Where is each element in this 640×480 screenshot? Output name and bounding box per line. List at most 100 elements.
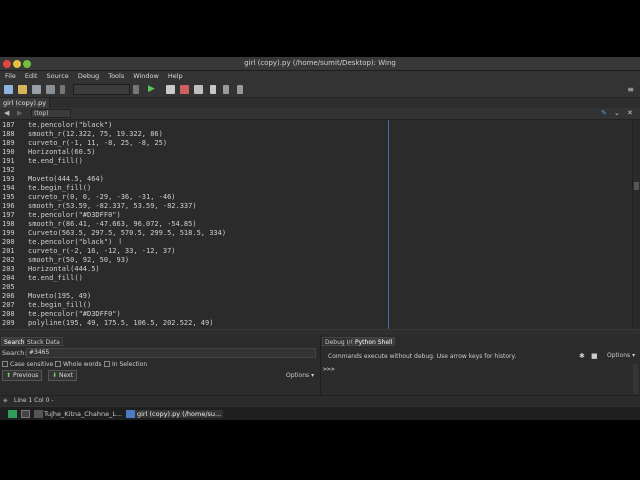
code-line[interactable]: 190 Horizontal(60.5) (0, 148, 632, 157)
code-text[interactable]: Moveto(195, 49) (28, 292, 91, 301)
code-text[interactable]: smooth_r(53.59, -82.337, 53.59, -82.337) (28, 202, 197, 211)
code-text[interactable]: smooth_r(50, 92, 50, 93) (28, 256, 129, 265)
menu-app-icon[interactable] (8, 410, 17, 418)
open-file-icon[interactable] (18, 85, 27, 94)
previous-button[interactable]: ⬆ Previous (2, 370, 43, 381)
shell-input-area[interactable]: >>> (321, 364, 640, 395)
whole-words-checkbox[interactable]: Whole words (55, 361, 102, 368)
code-line[interactable]: 195 curveto_r(0, 0, -29, -36, -31, -46) (0, 193, 632, 202)
code-line[interactable]: 199 Curveto(563.5, 297.5, 570.5, 299.5, 5… (0, 229, 632, 238)
code-text[interactable]: Moveto(444.5, 464) (28, 175, 104, 184)
back-arrow-icon[interactable]: ◀ (4, 109, 9, 117)
stop-icon[interactable] (180, 85, 189, 94)
line-number: 191 (2, 157, 15, 165)
pause-icon[interactable] (194, 85, 203, 94)
code-line[interactable]: 208 te.pencolor("#D3DFF0") (0, 310, 632, 319)
file-tab[interactable]: girl (copy).py (0, 98, 51, 108)
code-line[interactable]: 188 smooth_r(12.322, 75, 19.322, 86) (0, 130, 632, 139)
code-text[interactable]: curveto_r(-1, 11, -8, 25, -8, 25) (28, 139, 167, 148)
step-over-icon[interactable] (223, 85, 229, 94)
menu-tools[interactable]: Tools (103, 71, 128, 80)
terminal-app-icon[interactable] (21, 410, 30, 418)
code-text[interactable]: Curveto(563.5, 297.5, 570.5, 299.5, 518.… (28, 229, 226, 238)
toolbar: ▶ ≡ (0, 81, 640, 98)
line-number: 188 (2, 130, 15, 138)
tab-python-shell[interactable]: Python Shell (352, 337, 396, 346)
editor-scroll-thumb[interactable] (634, 182, 639, 190)
editor-scrollbar[interactable] (632, 120, 640, 329)
stop-shell-icon[interactable]: ■ (591, 352, 598, 360)
code-text[interactable]: smooth_r(86.41, -47.663, 96.072, -54.85) (28, 220, 197, 229)
shell-options-button[interactable]: Options ▾ (607, 352, 635, 359)
new-file-icon[interactable] (4, 85, 13, 94)
search-input[interactable]: #3465 (26, 348, 316, 358)
shell-scrollbar[interactable] (633, 364, 638, 394)
code-text[interactable]: te.pencolor("black") (28, 121, 112, 130)
code-line[interactable]: 202 smooth_r(50, 92, 50, 93) (0, 256, 632, 265)
code-line[interactable]: 205 (0, 283, 632, 292)
hamburger-menu-icon[interactable]: ≡ (627, 85, 634, 94)
line-number: 190 (2, 148, 15, 156)
gear-icon[interactable]: ✱ (579, 352, 585, 360)
code-text[interactable]: te.pencolor("#D3DFF0") (28, 211, 121, 220)
code-line[interactable]: 204 te.end_fill() (0, 274, 632, 283)
code-text[interactable]: polyline(195, 49, 175.5, 106.5, 202.522,… (28, 319, 213, 328)
forward-arrow-icon[interactable]: ▶ (17, 109, 22, 117)
code-line[interactable]: 201 curveto_r(-2, 16, -12, 33, -12, 37) (0, 247, 632, 256)
close-icon[interactable]: ✕ (627, 109, 633, 117)
task-wing-ide[interactable]: girl (copy).py (/home/su... (135, 410, 224, 418)
code-text[interactable]: te.begin_fill() (28, 184, 91, 193)
save-all-icon[interactable] (46, 85, 55, 94)
chevron-down-icon[interactable]: ⌄ (614, 109, 620, 117)
code-line[interactable]: 198 smooth_r(86.41, -47.663, 96.072, -54.… (0, 220, 632, 229)
menu-file[interactable]: File (0, 71, 20, 80)
menu-help[interactable]: Help (163, 71, 187, 80)
code-text[interactable]: curveto_r(0, 0, -29, -36, -31, -46) (28, 193, 176, 202)
code-line[interactable]: 203 Horizontal(444.5) (0, 265, 632, 274)
task-media-player[interactable]: Tujhe_Kitna_Chahne_L... (44, 410, 122, 418)
line-number: 206 (2, 292, 15, 300)
case-sensitive-checkbox[interactable]: Case sensitive (2, 361, 53, 368)
code-line[interactable]: 200 te.pencolor("black") (0, 238, 632, 247)
code-text[interactable]: te.begin_fill() (28, 301, 91, 310)
code-line[interactable]: 192 (0, 166, 632, 175)
menu-debug[interactable]: Debug (73, 71, 103, 80)
code-text[interactable]: Horizontal(444.5) (28, 265, 100, 274)
code-line[interactable]: 189 curveto_r(-1, 11, -8, 25, -8, 25) (0, 139, 632, 148)
code-text[interactable]: te.end_fill() (28, 274, 83, 283)
menu-edit[interactable]: Edit (20, 71, 42, 80)
code-line[interactable]: 196 smooth_r(53.59, -82.337, 53.59, -82.3… (0, 202, 632, 211)
code-text[interactable]: te.pencolor("black") (28, 238, 112, 247)
search-options-button[interactable]: Options ▾ (286, 372, 314, 379)
code-line[interactable]: 193 Moveto(444.5, 464) (0, 175, 632, 184)
code-text[interactable]: curveto_r(-2, 16, -12, 33, -12, 37) (28, 247, 176, 256)
code-line[interactable]: 207 te.begin_fill() (0, 301, 632, 310)
tab-stack-data[interactable]: Stack Data (24, 337, 63, 346)
scope-selector[interactable]: (top) (31, 109, 71, 118)
code-line[interactable]: 194 te.begin_fill() (0, 184, 632, 193)
in-selection-checkbox[interactable]: In Selection (104, 361, 147, 368)
step-into-icon[interactable] (210, 85, 216, 94)
code-line[interactable]: 187 te.pencolor("black") (0, 121, 632, 130)
save-icon[interactable] (32, 85, 41, 94)
menu-source[interactable]: Source (41, 71, 72, 80)
debug-file-icon[interactable] (166, 85, 175, 94)
code-line[interactable]: 197 te.pencolor("#D3DFF0") (0, 211, 632, 220)
code-line[interactable]: 191 te.end_fill() (0, 157, 632, 166)
toolbar-search-input[interactable] (73, 84, 130, 95)
search-dropdown-icon[interactable] (133, 85, 139, 94)
code-text[interactable]: te.pencolor("#D3DFF0") (28, 310, 121, 319)
find-icon[interactable] (60, 85, 65, 94)
code-line[interactable]: 206 Moveto(195, 49) (0, 292, 632, 301)
code-text[interactable]: Horizontal(60.5) (28, 148, 95, 157)
code-text[interactable]: smooth_r(12.322, 75, 19.322, 86) (28, 130, 163, 139)
run-icon[interactable]: ▶ (148, 84, 155, 94)
menu-window[interactable]: Window (128, 71, 163, 80)
code-line[interactable]: 209 polyline(195, 49, 175.5, 106.5, 202.5… (0, 319, 632, 328)
code-text[interactable]: te.end_fill() (28, 157, 83, 166)
code-editor[interactable]: I 187 te.pencolor("black") 188 smooth_r(12.… (0, 120, 632, 329)
options-icon[interactable]: ✎ (601, 109, 607, 117)
next-button[interactable]: ⬇ Next (48, 370, 77, 381)
step-out-icon[interactable] (237, 85, 243, 94)
line-number: 203 (2, 265, 15, 273)
